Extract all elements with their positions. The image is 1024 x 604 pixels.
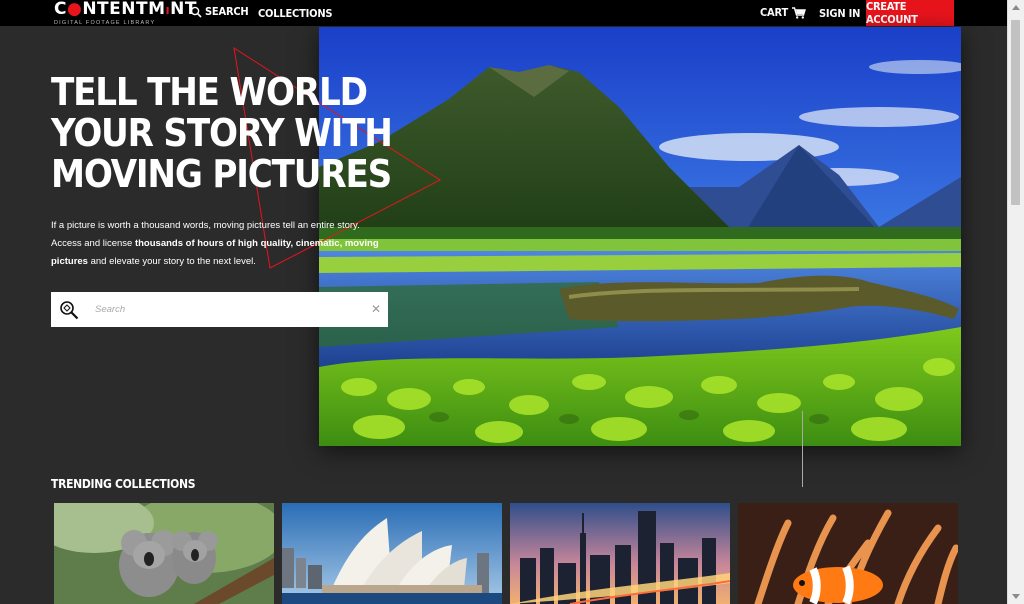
opera-house-image-icon xyxy=(282,503,502,604)
hero-landscape-image xyxy=(319,27,961,446)
scroll-indicator-line xyxy=(802,411,803,487)
search-input[interactable] xyxy=(93,303,367,316)
collection-card-clownfish[interactable] xyxy=(738,503,958,604)
clear-search-icon[interactable]: ✕ xyxy=(371,302,381,316)
search-icon xyxy=(190,6,202,18)
collection-card-opera-house[interactable] xyxy=(282,503,502,604)
magnifier-icon[interactable] xyxy=(59,300,79,320)
headline-line-2: YOUR STORY WITH xyxy=(51,111,393,155)
hero-search-box: ✕ xyxy=(51,292,388,327)
nav-search-label: SEARCH xyxy=(205,5,249,18)
headline-line-1: TELL THE WORLD xyxy=(51,70,368,114)
logo-wordmark: C●NTENTMıNT xyxy=(54,0,197,19)
scrollbar-thumb[interactable] xyxy=(1011,20,1020,205)
create-account-button[interactable]: CREATE ACCOUNT xyxy=(866,0,954,26)
scroll-down-arrow-icon[interactable] xyxy=(1012,594,1020,599)
nav-search-link[interactable]: SEARCH xyxy=(190,5,249,18)
city-skyline-image-icon xyxy=(510,503,730,604)
contentmint-logo[interactable]: C●NTENTMıNT DIGITAL FOOTAGE LIBRARY xyxy=(54,0,197,27)
hero-headline: TELL THE WORLD YOUR STORY WITH MOVING PI… xyxy=(51,70,393,196)
top-nav-bar: C●NTENTMıNT DIGITAL FOOTAGE LIBRARY SEAR… xyxy=(0,0,1008,26)
page-scrollbar[interactable] xyxy=(1007,0,1024,604)
nav-cart-link[interactable]: CART xyxy=(760,6,806,19)
koala-image-icon xyxy=(54,503,274,604)
cart-icon xyxy=(792,6,806,19)
collection-card-koala[interactable] xyxy=(54,503,274,604)
scroll-up-arrow-icon[interactable] xyxy=(1012,5,1020,10)
clownfish-image-icon xyxy=(738,503,958,604)
logo-tagline: DIGITAL FOOTAGE LIBRARY xyxy=(54,20,156,26)
nav-cart-label: CART xyxy=(760,6,788,19)
nav-signin-link[interactable]: SIGN IN xyxy=(819,7,860,20)
collection-card-city-skyline[interactable] xyxy=(510,503,730,604)
hero-intro-text: If a picture is worth a thousand words, … xyxy=(51,220,379,267)
trending-collections-title: TRENDING COLLECTIONS xyxy=(51,477,196,491)
headline-line-3: MOVING PICTURES xyxy=(51,152,392,196)
nav-collections-link[interactable]: COLLECTIONS xyxy=(258,7,333,20)
